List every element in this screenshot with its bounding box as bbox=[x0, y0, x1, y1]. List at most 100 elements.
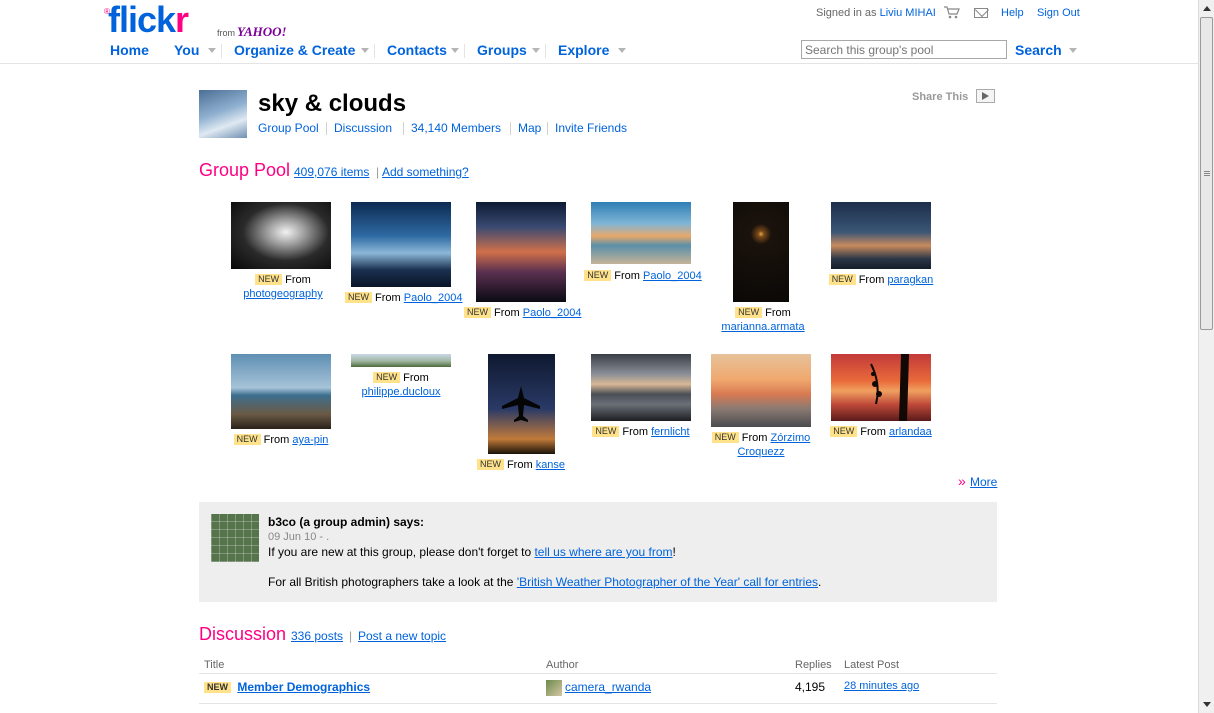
search-options-chevron-icon[interactable] bbox=[1069, 48, 1077, 53]
from-label: From bbox=[285, 274, 311, 286]
nav-organize-create[interactable]: Organize & Create bbox=[234, 42, 355, 58]
group-nav-invite-friends[interactable]: Invite Friends bbox=[555, 121, 627, 135]
airplane-silhouette bbox=[502, 386, 540, 422]
nav-explore[interactable]: Explore bbox=[558, 42, 609, 58]
admin-note-text: ! bbox=[672, 545, 676, 559]
pool-photo[interactable] bbox=[231, 202, 331, 269]
photo-owner-link[interactable]: paragkan bbox=[887, 274, 933, 286]
pool-item-count-link[interactable]: 409,076 items bbox=[294, 165, 369, 179]
photo-owner-link[interactable]: photogeography bbox=[243, 288, 323, 300]
help-link[interactable]: Help bbox=[1001, 7, 1024, 19]
discussion-post-count-link[interactable]: 336 posts bbox=[291, 629, 343, 643]
admin-note-text: . bbox=[818, 575, 822, 589]
group-pool-search-input[interactable] bbox=[801, 40, 1007, 59]
cart-icon[interactable] bbox=[944, 6, 960, 19]
topic-latest-post-link[interactable]: 28 minutes ago bbox=[844, 680, 919, 692]
more-arrow-icon[interactable]: » bbox=[958, 473, 966, 489]
nav-groups[interactable]: Groups bbox=[477, 42, 527, 58]
photo-caption: NEW From Zórzimo Croquezz bbox=[706, 431, 816, 459]
vertical-scrollbar[interactable] bbox=[1198, 0, 1214, 713]
signed-in-label: Signed in as bbox=[816, 7, 877, 19]
photo-caption: NEW From fernlicht bbox=[586, 425, 696, 439]
pool-photo[interactable] bbox=[351, 354, 451, 367]
search-button[interactable]: Search bbox=[1015, 42, 1062, 58]
pool-photo[interactable] bbox=[351, 202, 451, 287]
scrollbar-grip-icon bbox=[1204, 171, 1210, 176]
new-badge: NEW bbox=[204, 682, 231, 693]
group-nav-divider bbox=[510, 122, 511, 135]
photo-owner-link[interactable]: philippe.ducloux bbox=[362, 386, 441, 398]
add-something-link[interactable]: Add something? bbox=[382, 165, 469, 179]
photo-caption: NEW From philippe.ducloux bbox=[346, 371, 456, 399]
photo-owner-link[interactable]: kanse bbox=[536, 459, 565, 471]
photo-owner-link[interactable]: Zórzimo bbox=[771, 432, 811, 444]
new-badge: NEW bbox=[476, 459, 504, 470]
pool-photo[interactable] bbox=[231, 354, 331, 429]
pool-photo[interactable] bbox=[831, 354, 931, 421]
british-weather-photographer-link[interactable]: 'British Weather Photographer of the Yea… bbox=[517, 575, 818, 589]
group-icon[interactable] bbox=[199, 90, 247, 138]
nav-contacts[interactable]: Contacts bbox=[387, 42, 447, 58]
topic-author-link[interactable]: camera_rwanda bbox=[565, 680, 651, 694]
share-arrow-icon[interactable] bbox=[976, 89, 995, 103]
flickr-logo[interactable]: flickr bbox=[108, 0, 189, 40]
nav-you-chevron-icon[interactable] bbox=[208, 48, 216, 53]
photo-owner-link-line2[interactable]: Croquezz bbox=[737, 446, 784, 458]
table-header-divider bbox=[199, 673, 997, 674]
nav-explore-chevron-icon[interactable] bbox=[618, 48, 626, 53]
nav-you[interactable]: You bbox=[174, 42, 199, 58]
admin-avatar[interactable] bbox=[211, 514, 259, 562]
new-badge: NEW bbox=[711, 432, 739, 443]
tell-us-where-link[interactable]: tell us where are you from bbox=[534, 545, 672, 559]
photo-owner-link[interactable]: Paolo_2004 bbox=[523, 307, 582, 319]
group-nav-pool[interactable]: Group Pool bbox=[258, 121, 319, 135]
pool-photo[interactable] bbox=[831, 202, 931, 269]
admin-note-text: If you are new at this group, please don… bbox=[268, 545, 535, 559]
username-link[interactable]: Liviu MIHAI bbox=[880, 7, 936, 19]
logo-flick: flick bbox=[108, 0, 176, 40]
pool-photo[interactable] bbox=[733, 202, 789, 302]
pipe-divider: | bbox=[376, 165, 380, 179]
new-badge: NEW bbox=[592, 426, 620, 437]
column-header-author: Author bbox=[546, 659, 579, 671]
sign-out-link[interactable]: Sign Out bbox=[1037, 7, 1080, 19]
pool-photo[interactable] bbox=[488, 354, 555, 454]
scroll-up-arrow-icon[interactable] bbox=[1203, 6, 1211, 11]
nav-divider bbox=[545, 44, 546, 58]
group-nav-map[interactable]: Map bbox=[518, 121, 541, 135]
author-avatar[interactable] bbox=[546, 680, 562, 696]
pool-photo[interactable] bbox=[711, 354, 811, 427]
photo-owner-link[interactable]: aya-pin bbox=[292, 434, 328, 446]
nav-groups-chevron-icon[interactable] bbox=[532, 48, 540, 53]
new-badge: NEW bbox=[373, 372, 401, 383]
new-badge: NEW bbox=[735, 307, 763, 318]
nav-home[interactable]: Home bbox=[110, 42, 149, 58]
post-new-topic-link[interactable]: Post a new topic bbox=[358, 629, 446, 643]
topic-title-link[interactable]: Member Demographics bbox=[237, 680, 370, 694]
more-photos-link[interactable]: More bbox=[970, 475, 997, 489]
from-label: From bbox=[494, 307, 520, 319]
photo-owner-link[interactable]: Paolo_2004 bbox=[404, 292, 463, 304]
pool-photo[interactable] bbox=[591, 354, 691, 421]
photo-owner-link[interactable]: Paolo_2004 bbox=[643, 270, 702, 282]
group-nav-members[interactable]: 34,140 Members bbox=[411, 121, 501, 135]
admin-note-date: 09 Jun 10 - . bbox=[268, 531, 330, 543]
group-title: sky & clouds bbox=[258, 90, 407, 117]
group-nav-discussion[interactable]: Discussion bbox=[334, 121, 392, 135]
nav-organize-chevron-icon[interactable] bbox=[361, 48, 369, 53]
column-header-latest-post: Latest Post bbox=[844, 659, 900, 671]
photo-owner-link[interactable]: marianna.armata bbox=[721, 321, 804, 333]
photo-owner-link[interactable]: arlandaa bbox=[889, 426, 932, 438]
nav-contacts-chevron-icon[interactable] bbox=[451, 48, 459, 53]
logo-from-yahoo: from YAHOO! bbox=[217, 24, 287, 40]
photo-owner-link[interactable]: fernlicht bbox=[651, 426, 690, 438]
share-this-button[interactable]: Share This bbox=[912, 91, 968, 103]
pool-photo[interactable] bbox=[476, 202, 566, 302]
nav-divider bbox=[374, 44, 375, 58]
scroll-down-arrow-icon[interactable] bbox=[1203, 702, 1211, 707]
admin-note-text: For all British photographers take a loo… bbox=[268, 575, 517, 589]
mail-icon[interactable] bbox=[974, 8, 988, 18]
new-badge: NEW bbox=[255, 274, 283, 285]
pool-photo[interactable] bbox=[591, 202, 691, 264]
scrollbar-thumb[interactable] bbox=[1200, 17, 1213, 330]
